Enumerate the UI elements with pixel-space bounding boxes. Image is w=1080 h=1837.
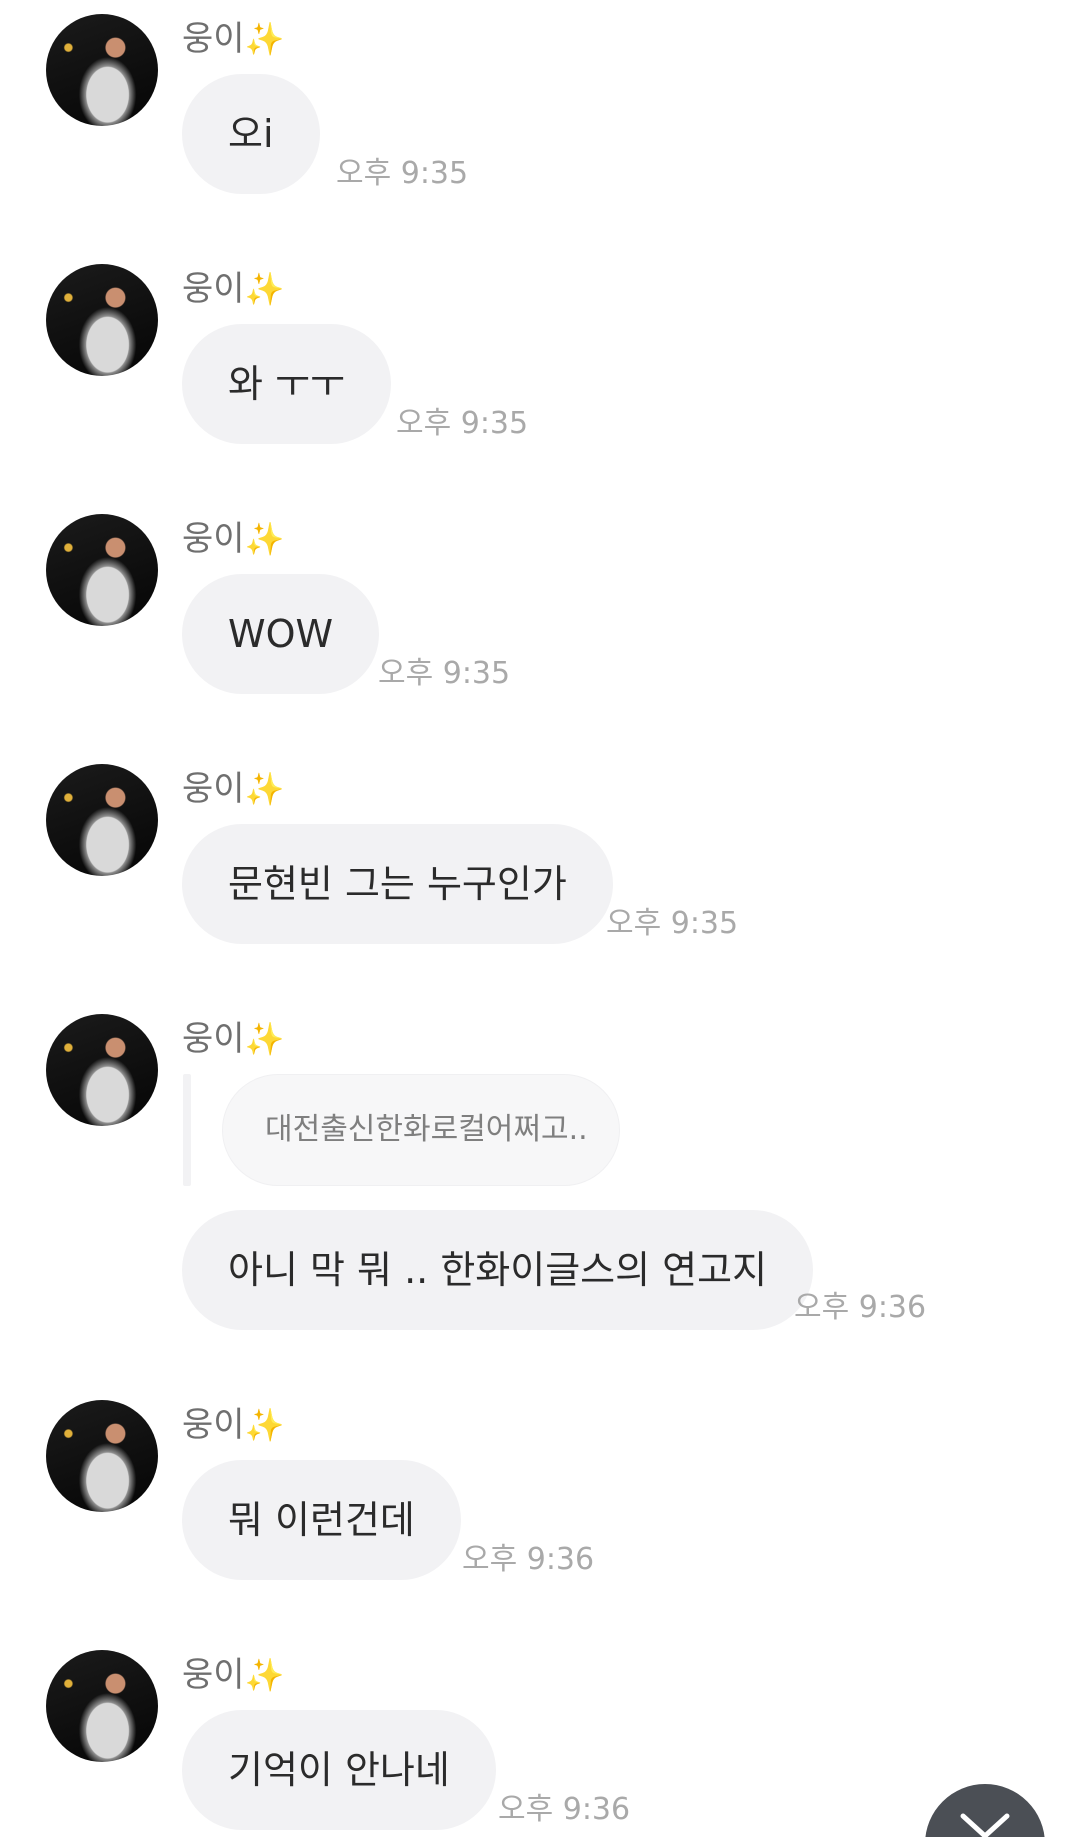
chevron-down-icon — [960, 1813, 1010, 1837]
sender-name-text: 웅이 — [182, 1405, 245, 1445]
scroll-to-bottom-button[interactable] — [925, 1784, 1045, 1837]
chat-view: 웅이✨ 오i 오후 9:35 웅이✨ 와 ㅜㅜ 오후 9:35 웅이✨ WOW … — [0, 0, 1080, 1837]
avatar[interactable] — [46, 514, 158, 626]
sender-name: 웅이✨ — [182, 768, 284, 810]
sender-name: 웅이✨ — [182, 1654, 284, 1696]
sparkles-icon: ✨ — [244, 1656, 285, 1694]
message-timestamp: 오후 9:35 — [396, 406, 529, 441]
sparkles-icon: ✨ — [244, 20, 285, 58]
message-timestamp: 오후 9:36 — [498, 1792, 631, 1827]
message-timestamp: 오후 9:36 — [462, 1542, 595, 1577]
sparkles-icon: ✨ — [244, 270, 285, 308]
avatar[interactable] — [46, 1014, 158, 1126]
message-bubble[interactable]: 오i — [182, 74, 320, 194]
message-timestamp: 오후 9:36 — [794, 1290, 927, 1325]
message-bubble[interactable]: 기억이 안나네 — [182, 1710, 496, 1830]
message-bubble[interactable]: WOW — [182, 574, 380, 694]
sender-name: 웅이✨ — [182, 1404, 284, 1446]
avatar[interactable] — [46, 1650, 158, 1762]
reply-quote[interactable]: 대전출신한화로컬어쩌고.. — [222, 1074, 620, 1186]
sender-name: 웅이✨ — [182, 1018, 284, 1060]
sparkles-icon: ✨ — [244, 1406, 285, 1444]
sparkles-icon: ✨ — [244, 770, 285, 808]
message-bubble[interactable]: 와 ㅜㅜ — [182, 324, 391, 444]
sender-name-text: 웅이 — [182, 769, 245, 809]
sender-name: 웅이✨ — [182, 268, 284, 310]
avatar[interactable] — [46, 264, 158, 376]
sparkles-icon: ✨ — [244, 1020, 285, 1058]
message-bubble[interactable]: 뭐 이런건데 — [182, 1460, 461, 1580]
sender-name-text: 웅이 — [182, 1019, 245, 1059]
sender-name-text: 웅이 — [182, 269, 245, 309]
sender-name-text: 웅이 — [182, 519, 245, 559]
sender-name-text: 웅이 — [182, 1655, 245, 1695]
message-timestamp: 오후 9:35 — [378, 656, 511, 691]
avatar[interactable] — [46, 764, 158, 876]
sender-name-text: 웅이 — [182, 19, 245, 59]
sparkles-icon: ✨ — [244, 520, 285, 558]
message-bubble[interactable]: 문현빈 그는 누구인가 — [182, 824, 613, 944]
message-timestamp: 오후 9:35 — [336, 156, 469, 191]
avatar[interactable] — [46, 1400, 158, 1512]
message-bubble[interactable]: 아니 막 뭐 .. 한화이글스의 연고지 — [182, 1210, 814, 1330]
reply-indicator-bar — [183, 1074, 191, 1186]
avatar[interactable] — [46, 14, 158, 126]
message-timestamp: 오후 9:35 — [606, 906, 739, 941]
sender-name: 웅이✨ — [182, 518, 284, 560]
sender-name: 웅이✨ — [182, 18, 284, 60]
